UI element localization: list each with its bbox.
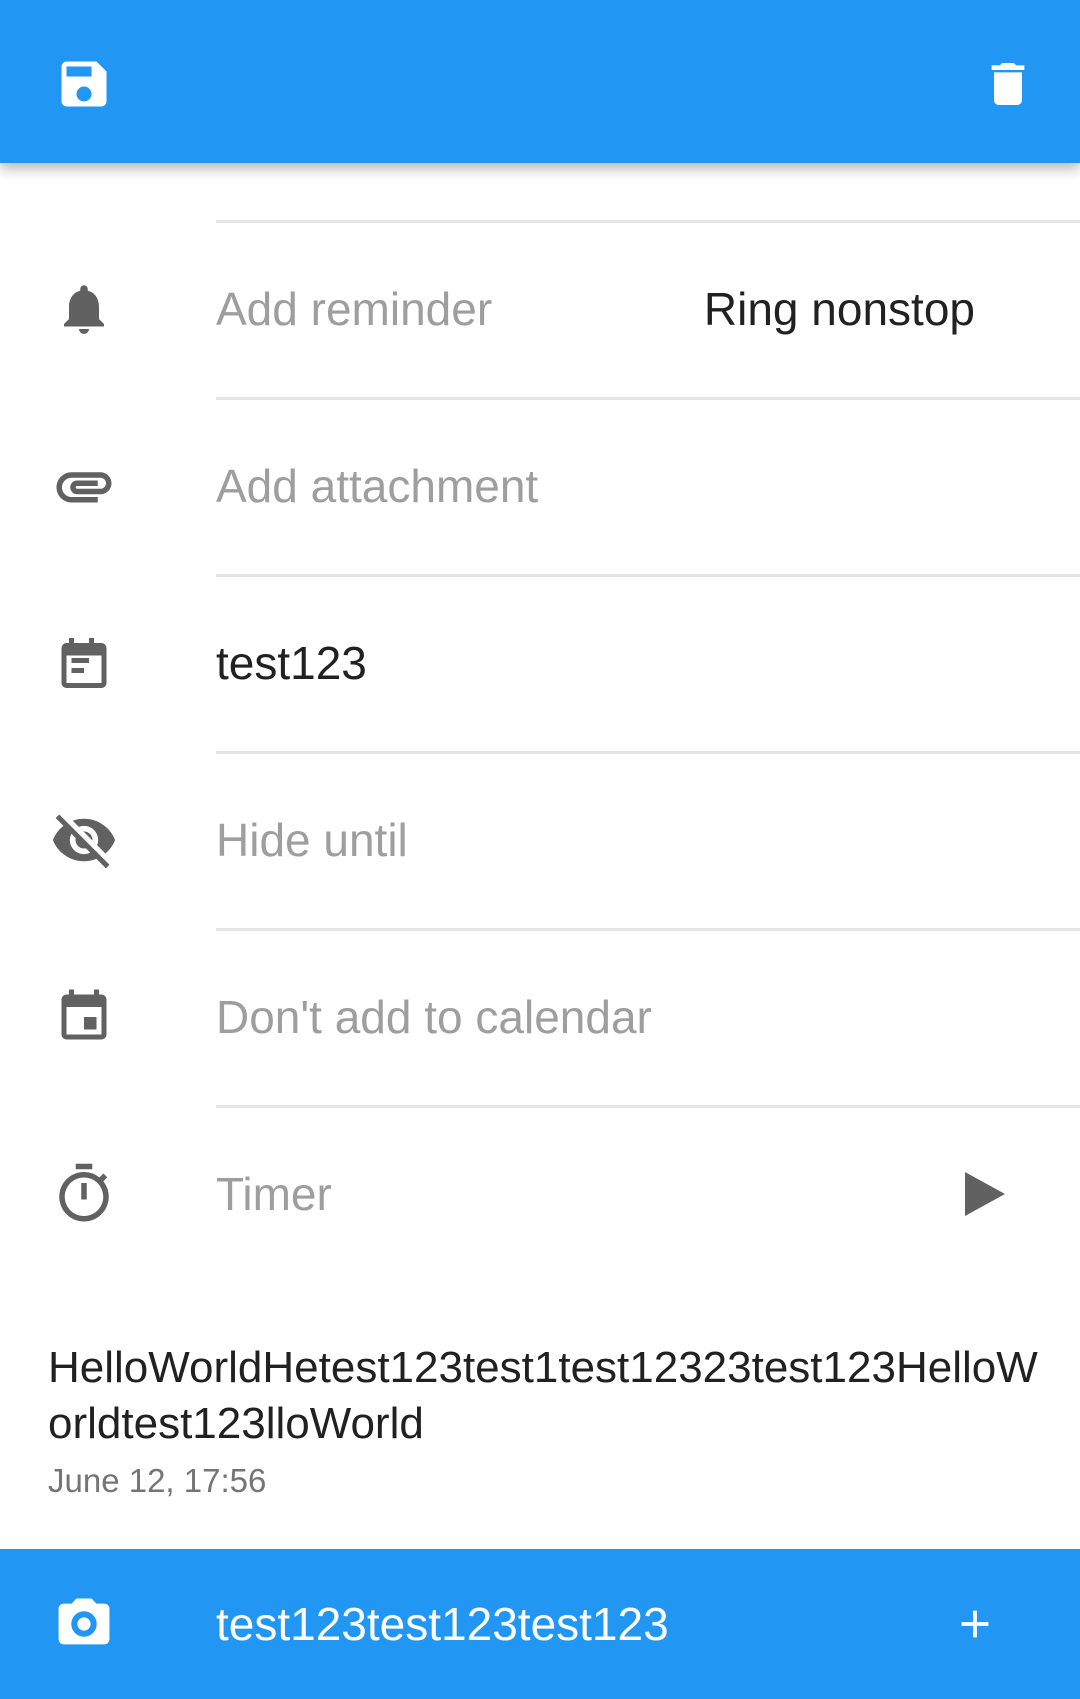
calendar-row[interactable]: Don't add to calendar bbox=[0, 928, 1080, 1105]
divider bbox=[216, 1105, 1080, 1108]
plus-icon[interactable] bbox=[935, 1584, 1015, 1664]
eye-off-icon bbox=[44, 800, 124, 880]
divider bbox=[216, 928, 1080, 931]
divider bbox=[216, 397, 1080, 400]
comment-bar: test123test123test123 bbox=[0, 1549, 1080, 1699]
play-icon[interactable] bbox=[960, 1169, 1010, 1219]
divider bbox=[216, 574, 1080, 577]
camera-icon[interactable] bbox=[44, 1584, 124, 1664]
comment-text: HelloWorldHetest123test1test12323test123… bbox=[48, 1343, 1038, 1448]
comment-entry: HelloWorldHetest123test1test12323test123… bbox=[48, 1340, 1038, 1500]
timer-label: Timer bbox=[216, 1167, 332, 1220]
list-calendar-icon bbox=[44, 623, 124, 703]
reminder-mode[interactable]: Ring nonstop bbox=[704, 282, 975, 336]
top-app-bar bbox=[0, 0, 1080, 163]
divider bbox=[216, 220, 1080, 223]
bell-icon bbox=[44, 269, 124, 349]
add-attachment-label: Add attachment bbox=[216, 459, 539, 512]
calendar-icon bbox=[44, 977, 124, 1057]
attachment-row[interactable]: Add attachment bbox=[0, 397, 1080, 574]
reminder-row[interactable]: Add reminder Ring nonstop bbox=[0, 220, 1080, 397]
hide-until-row[interactable]: Hide until bbox=[0, 751, 1080, 928]
comment-input[interactable]: test123test123test123 bbox=[216, 1597, 669, 1651]
delete-icon[interactable] bbox=[968, 44, 1048, 124]
comment-date: June 12, 17:56 bbox=[48, 1462, 267, 1499]
hide-until-label: Hide until bbox=[216, 813, 408, 866]
paperclip-icon bbox=[44, 446, 124, 526]
save-icon[interactable] bbox=[44, 44, 124, 124]
list-name: test123 bbox=[216, 636, 367, 689]
add-reminder-label: Add reminder bbox=[216, 282, 493, 335]
timer-row[interactable]: Timer bbox=[0, 1105, 1080, 1282]
divider bbox=[216, 751, 1080, 754]
list-row[interactable]: test123 bbox=[0, 574, 1080, 751]
stopwatch-icon bbox=[44, 1154, 124, 1234]
calendar-label: Don't add to calendar bbox=[216, 990, 652, 1043]
